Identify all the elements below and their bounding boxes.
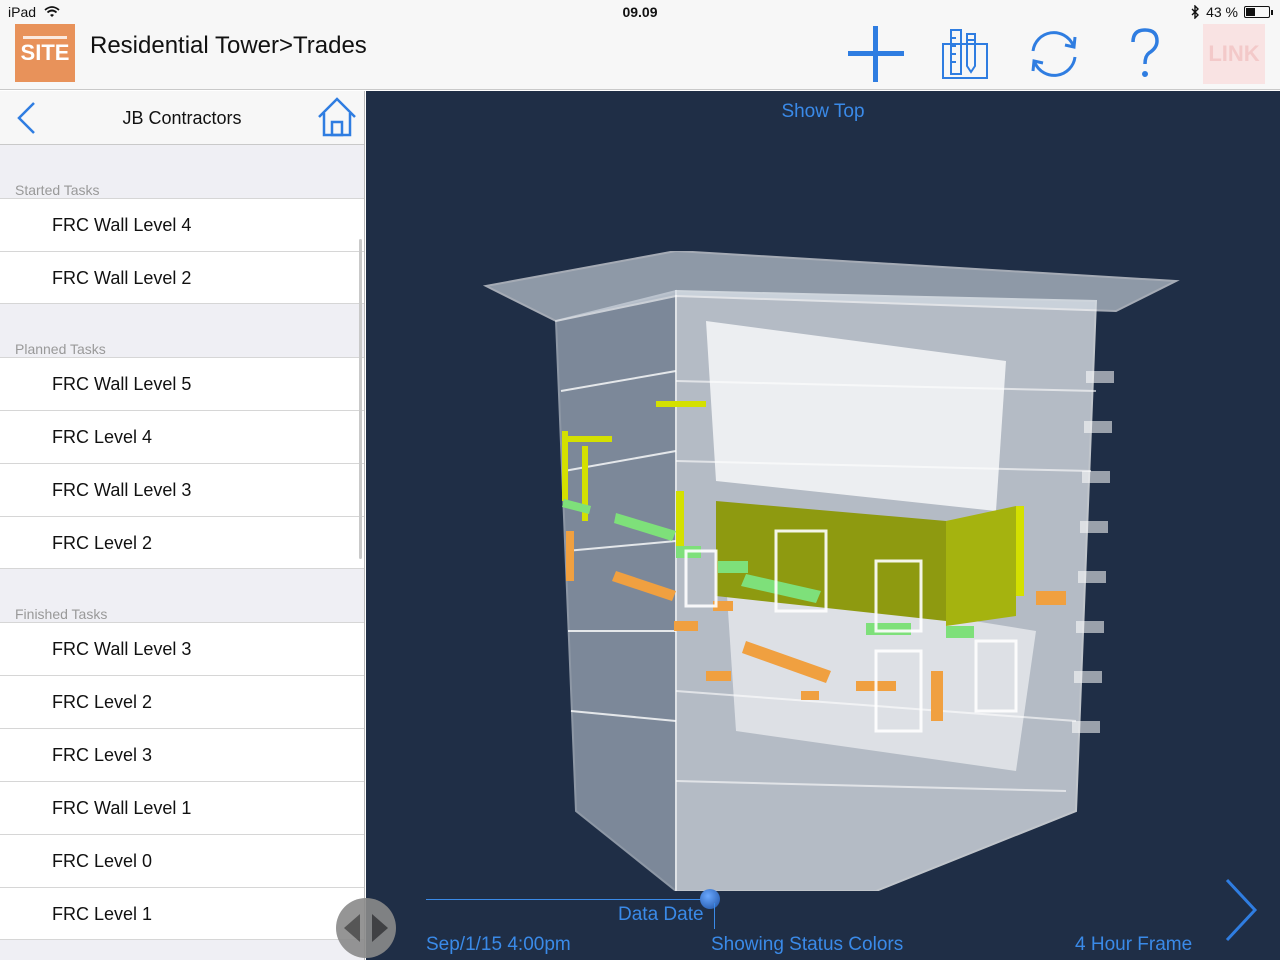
measure-button[interactable]: [933, 24, 997, 84]
task-row[interactable]: FRC Wall Level 4: [0, 198, 364, 251]
task-row[interactable]: FRC Wall Level 2: [0, 251, 364, 304]
frame-label[interactable]: 4 Hour Frame: [1075, 934, 1192, 956]
sidebar-title: JB Contractors: [122, 108, 242, 128]
split-view-handle[interactable]: [336, 898, 396, 958]
navigation-bar: SITE Residential Tower>Trades LINK: [0, 24, 1280, 90]
task-row[interactable]: FRC Level 0: [0, 834, 364, 887]
battery-icon: [1244, 6, 1273, 18]
task-row[interactable]: FRC Wall Level 3: [0, 622, 364, 675]
task-row[interactable]: FRC Wall Level 5: [0, 357, 364, 410]
next-chevron-icon[interactable]: [1221, 877, 1261, 943]
building-model[interactable]: [476, 251, 1196, 891]
task-group: FRC Wall Level 4 FRC Wall Level 2: [0, 198, 364, 304]
clock: 09.09: [622, 4, 658, 20]
section-header: Finished Tasks: [0, 569, 364, 622]
bluetooth-icon: [1191, 5, 1200, 19]
task-row[interactable]: FRC Wall Level 3: [0, 463, 364, 516]
section-header: Planned Tasks: [0, 304, 364, 357]
link-logo[interactable]: LINK: [1203, 24, 1265, 84]
task-row[interactable]: FRC Level 2: [0, 516, 364, 569]
task-row[interactable]: FRC Wall Level 1: [0, 781, 364, 834]
task-list: Started Tasks FRC Wall Level 4 FRC Wall Le…: [0, 145, 364, 940]
show-top-button[interactable]: Show Top: [366, 101, 1280, 123]
data-date-label: Data Date: [618, 904, 704, 925]
sync-icon: [1031, 31, 1077, 77]
task-group: FRC Wall Level 5 FRC Level 4 FRC Wall Leve…: [0, 357, 364, 569]
timeline-track[interactable]: [426, 899, 710, 900]
status-bar: iPad 09.09 43 %: [0, 0, 1280, 24]
site-logo-text: SITE: [20, 40, 70, 65]
battery-percent: 43 %: [1206, 4, 1238, 20]
task-group: FRC Wall Level 3 FRC Level 2 FRC Level 3 FR…: [0, 622, 364, 940]
home-icon[interactable]: [315, 95, 359, 139]
sync-button[interactable]: [1022, 24, 1086, 84]
add-button[interactable]: [844, 24, 908, 84]
help-button[interactable]: [1113, 24, 1177, 84]
model-viewer[interactable]: Show Top Data Date Sep/1/15 4:00pm Showi…: [366, 91, 1280, 960]
section-header-label: Finished Tasks: [15, 606, 108, 622]
site-logo[interactable]: SITE: [15, 24, 75, 82]
task-row[interactable]: FRC Level 1: [0, 887, 364, 940]
task-sidebar: JB Contractors Started Tasks FRC Wall Lev…: [0, 91, 365, 960]
section-header: Started Tasks: [0, 145, 364, 198]
data-date-marker: [714, 903, 715, 929]
task-row[interactable]: FRC Level 3: [0, 728, 364, 781]
task-row[interactable]: FRC Level 2: [0, 675, 364, 728]
plus-icon: [848, 26, 904, 82]
page-title: Residential Tower>Trades: [90, 32, 367, 59]
task-row[interactable]: FRC Level 4: [0, 410, 364, 463]
help-icon: [1131, 28, 1159, 77]
section-header-label: Started Tasks: [15, 182, 100, 198]
sidebar-header: JB Contractors: [0, 91, 364, 145]
split-arrows-icon: [344, 914, 388, 942]
date-value[interactable]: Sep/1/15 4:00pm: [426, 934, 571, 956]
scroll-indicator[interactable]: [359, 239, 362, 559]
ruler-pencil-icon: [942, 29, 988, 79]
section-header-label: Planned Tasks: [15, 341, 106, 357]
status-colors-label[interactable]: Showing Status Colors: [711, 934, 903, 956]
link-logo-text: LINK: [1208, 41, 1260, 66]
